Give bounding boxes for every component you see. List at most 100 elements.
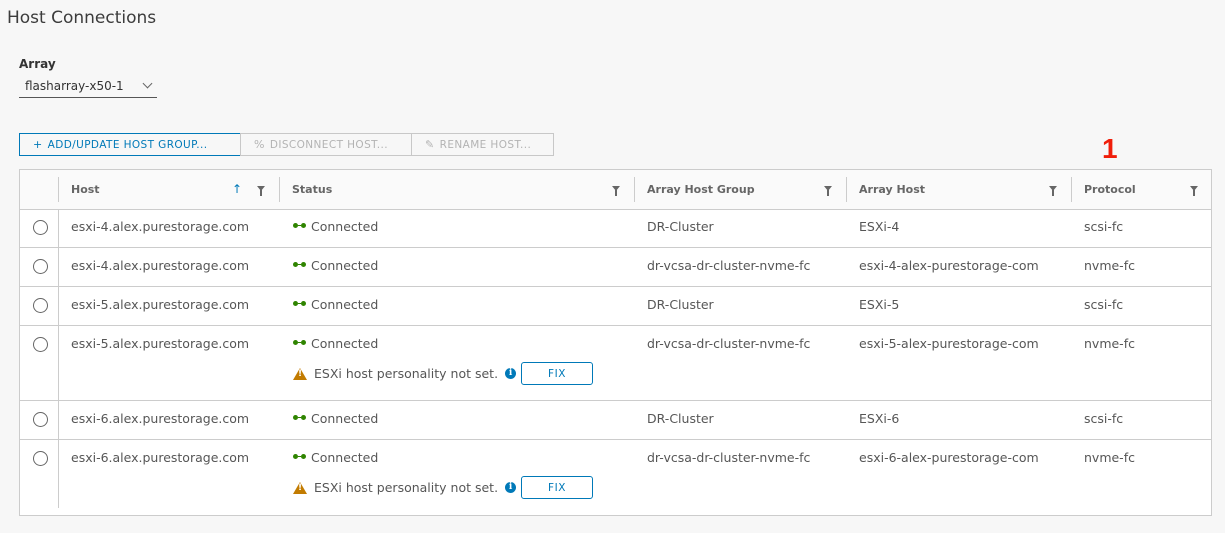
column-separator <box>846 177 847 202</box>
row-select-radio[interactable] <box>33 298 48 313</box>
table-row[interactable]: esxi-4.alex.purestorage.com Connected DR… <box>20 209 1211 248</box>
rename-label: RENAME HOST... <box>439 138 532 151</box>
row-select-radio[interactable] <box>33 412 48 427</box>
connected-icon <box>293 217 306 232</box>
host-group-cell: DR-Cluster <box>647 297 714 312</box>
protocol-cell: nvme-fc <box>1084 258 1135 273</box>
row-select-radio[interactable] <box>33 337 48 352</box>
host-cell: esxi-5.alex.purestorage.com <box>71 297 250 312</box>
host-cell: esxi-6.alex.purestorage.com <box>71 411 250 426</box>
page-title: Host Connections <box>7 8 157 28</box>
array-select-value: flasharray-x50-1 <box>25 79 124 93</box>
host-group-cell: DR-Cluster <box>647 219 714 234</box>
array-label: Array <box>19 57 56 71</box>
host-group-cell: DR-Cluster <box>647 411 714 426</box>
sort-ascending-icon[interactable]: ↑ <box>232 183 242 195</box>
protocol-cell: scsi-fc <box>1084 297 1124 312</box>
column-separator <box>1071 177 1072 202</box>
array-host-cell: esxi-6-alex-purestorage-com <box>859 450 1039 465</box>
column-separator <box>634 177 635 202</box>
column-header-status[interactable]: Status <box>292 170 332 209</box>
column-separator <box>279 177 280 202</box>
status-text: Connected <box>311 411 379 426</box>
warning-icon <box>293 367 307 380</box>
column-header-host[interactable]: Host <box>71 170 100 209</box>
disconnect-label: DISCONNECT HOST... <box>269 138 388 151</box>
status-text: Connected <box>311 336 379 351</box>
column-header-array-host[interactable]: Array Host <box>859 170 925 209</box>
row-select-radio[interactable] <box>33 451 48 466</box>
protocol-cell: scsi-fc <box>1084 411 1124 426</box>
warning-message: ESXi host personality not set. i FIX <box>293 362 594 385</box>
add-update-host-group-button[interactable]: + ADD/UPDATE HOST GROUP... <box>19 133 241 156</box>
array-host-cell: esxi-4-alex-purestorage-com <box>859 258 1039 273</box>
table-row[interactable]: esxi-6.alex.purestorage.com Connected ES… <box>20 440 1211 515</box>
warning-text: ESXi host personality not set. <box>314 366 499 381</box>
column-header-protocol[interactable]: Protocol <box>1084 170 1136 209</box>
status-text: Connected <box>311 297 379 312</box>
plus-icon: + <box>33 138 43 151</box>
table-row[interactable]: esxi-4.alex.purestorage.com Connected dr… <box>20 248 1211 287</box>
row-select-radio[interactable] <box>33 220 48 235</box>
row-separator <box>58 209 59 247</box>
rename-host-button[interactable]: ✎ RENAME HOST... <box>411 133 554 156</box>
filter-icon[interactable] <box>612 186 620 196</box>
add-update-label: ADD/UPDATE HOST GROUP... <box>47 138 208 151</box>
table-row[interactable]: esxi-5.alex.purestorage.com Connected DR… <box>20 287 1211 326</box>
fix-button[interactable]: FIX <box>521 362 594 385</box>
row-separator <box>58 287 59 325</box>
warning-icon <box>293 481 307 494</box>
array-host-cell: esxi-5-alex-purestorage-com <box>859 336 1039 351</box>
status-text: Connected <box>311 258 379 273</box>
row-select-radio[interactable] <box>33 259 48 274</box>
status-cell: Connected <box>293 219 378 234</box>
host-group-cell: dr-vcsa-dr-cluster-nvme-fc <box>647 258 811 273</box>
info-icon[interactable]: i <box>505 368 517 379</box>
host-cell: esxi-4.alex.purestorage.com <box>71 219 250 234</box>
protocol-cell: nvme-fc <box>1084 450 1135 465</box>
column-header-array-host-group[interactable]: Array Host Group <box>647 170 755 209</box>
warning-message: ESXi host personality not set. i FIX <box>293 476 594 499</box>
fix-button[interactable]: FIX <box>521 476 594 499</box>
table-row[interactable]: esxi-5.alex.purestorage.com Connected ES… <box>20 326 1211 401</box>
host-group-cell: dr-vcsa-dr-cluster-nvme-fc <box>647 336 811 351</box>
array-host-cell: ESXi-4 <box>859 219 900 234</box>
filter-icon[interactable] <box>1049 186 1057 196</box>
table-row[interactable]: esxi-6.alex.purestorage.com Connected DR… <box>20 401 1211 440</box>
status-cell: Connected <box>293 336 378 351</box>
status-text: Connected <box>311 219 379 234</box>
host-cell: esxi-4.alex.purestorage.com <box>71 258 250 273</box>
row-separator <box>58 326 59 400</box>
array-host-cell: ESXi-6 <box>859 411 900 426</box>
host-grid: Host ↑ Status Array Host Group Array Hos… <box>19 169 1212 516</box>
status-cell: Connected <box>293 411 378 426</box>
connected-icon <box>293 295 306 310</box>
filter-icon[interactable] <box>824 186 832 196</box>
info-icon[interactable]: i <box>505 482 517 493</box>
filter-icon[interactable] <box>257 186 265 196</box>
array-select[interactable]: flasharray-x50-1 <box>19 76 157 98</box>
protocol-cell: nvme-fc <box>1084 336 1135 351</box>
row-separator <box>58 440 59 508</box>
status-text: Connected <box>311 450 379 465</box>
status-cell: Connected <box>293 258 378 273</box>
toolbar: + ADD/UPDATE HOST GROUP... % DISCONNECT … <box>19 133 554 156</box>
host-group-cell: dr-vcsa-dr-cluster-nvme-fc <box>647 450 811 465</box>
disconnect-host-button[interactable]: % DISCONNECT HOST... <box>240 133 412 156</box>
array-host-cell: ESXi-5 <box>859 297 900 312</box>
host-cell: esxi-5.alex.purestorage.com <box>71 336 250 351</box>
filter-icon[interactable] <box>1190 186 1198 196</box>
connected-icon <box>293 256 306 271</box>
row-separator <box>58 248 59 286</box>
status-cell: Connected <box>293 450 378 465</box>
pencil-icon: ✎ <box>425 138 435 151</box>
grid-header: Host ↑ Status Array Host Group Array Hos… <box>20 170 1211 210</box>
row-separator <box>58 401 59 439</box>
annotation-1: 1 <box>1102 133 1118 164</box>
connected-icon <box>293 409 306 424</box>
host-cell: esxi-6.alex.purestorage.com <box>71 450 250 465</box>
disconnect-icon: % <box>254 138 265 151</box>
status-cell: Connected <box>293 297 378 312</box>
chevron-down-icon <box>142 78 153 89</box>
connected-icon <box>293 448 306 463</box>
